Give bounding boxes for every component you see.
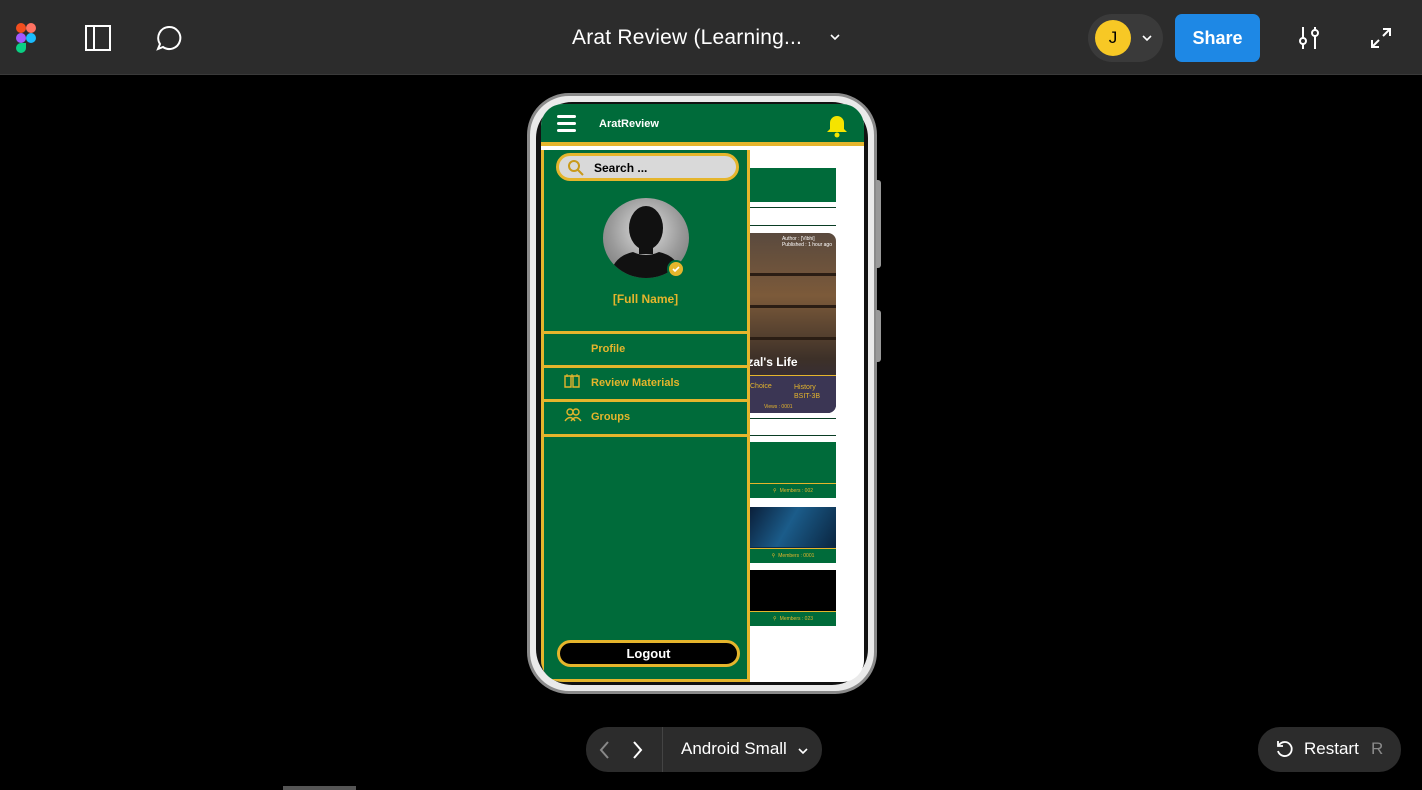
group-members: Members : 0001 xyxy=(778,553,815,559)
members-icon: ⚲ xyxy=(771,553,776,559)
notification-bell-icon[interactable] xyxy=(826,114,848,143)
restart-button[interactable]: Restart R xyxy=(1258,727,1401,772)
background-page: Author : [Vibhi] Published : 1 hour ago … xyxy=(750,150,864,682)
card-subject-label: History xyxy=(794,384,816,391)
card-views: Views : 0001 xyxy=(764,404,793,410)
group-members: Members : 023 xyxy=(779,616,814,622)
chevron-down-icon[interactable] xyxy=(797,744,809,762)
restart-icon xyxy=(1275,739,1295,764)
drawer-item-label: Groups xyxy=(591,411,631,423)
card-title: izal's Life xyxy=(750,355,798,369)
drawer-item-review-materials[interactable]: Review Materials xyxy=(544,365,747,398)
card-section: BSIT-3B xyxy=(794,393,821,400)
divider xyxy=(662,727,663,772)
user-menu[interactable]: J xyxy=(1088,14,1163,62)
expand-icon[interactable] xyxy=(1365,22,1397,54)
divider xyxy=(750,435,836,436)
drawer-item-profile[interactable]: Profile xyxy=(544,331,747,364)
phone-volume-button xyxy=(876,310,881,362)
card-meta: Author : [Vibhi] Published : 1 hour ago xyxy=(782,236,832,248)
device-select[interactable]: Android Small xyxy=(681,739,787,759)
members-icon: ⚲ xyxy=(772,616,777,622)
members-icon: ⚲ xyxy=(772,488,777,494)
group-footer: ⚲ Members : 002 xyxy=(750,483,836,498)
group-card[interactable]: ⚲ Members : 023 xyxy=(750,570,836,626)
divider xyxy=(544,434,747,437)
group-image xyxy=(750,507,836,547)
figma-logo-icon[interactable] xyxy=(10,22,42,54)
card-image-detail xyxy=(750,337,836,340)
app-header: AratReview xyxy=(541,104,864,146)
group-footer: ⚲ Members : 0001 xyxy=(750,548,836,563)
group-card[interactable]: ⚲ Members : 0001 xyxy=(750,507,836,563)
user-full-name: [Full Name] xyxy=(612,292,679,306)
group-footer: ⚲ Members : 023 xyxy=(750,611,836,626)
share-button[interactable]: Share xyxy=(1175,14,1260,62)
sidebar-toggle-icon[interactable] xyxy=(82,22,114,54)
verified-check-icon xyxy=(667,260,685,278)
divider xyxy=(750,418,836,419)
scrollbar[interactable] xyxy=(283,786,356,790)
app-title: AratReview xyxy=(599,118,659,130)
device-navigation: Android Small xyxy=(586,727,822,772)
book-icon xyxy=(564,374,580,393)
divider xyxy=(750,207,836,208)
divider xyxy=(750,225,836,226)
group-members: Members : 002 xyxy=(779,488,814,494)
card-subject: History BSIT-3B xyxy=(794,383,820,401)
group-card[interactable]: ⚲ Members : 002 xyxy=(750,442,836,498)
drawer-item-groups[interactable]: Groups xyxy=(544,399,747,432)
search-input[interactable]: Search ... xyxy=(556,153,739,181)
review-material-card[interactable]: Author : [Vibhi] Published : 1 hour ago … xyxy=(750,233,836,413)
app-screen: Author : [Vibhi] Published : 1 hour ago … xyxy=(541,104,864,682)
navigation-drawer: Search ... [Full Name] Profile Review Ma… xyxy=(541,150,750,682)
hamburger-menu-icon[interactable] xyxy=(557,115,576,133)
phone-power-button xyxy=(876,180,881,268)
background-header-strip xyxy=(750,168,836,202)
next-frame-button[interactable] xyxy=(630,740,644,765)
chevron-down-icon[interactable] xyxy=(1140,31,1154,50)
figma-toolbar: Arat Review (Learning... J Share xyxy=(0,0,1422,75)
drawer-item-label: Review Materials xyxy=(591,377,680,389)
search-placeholder: Search ... xyxy=(594,161,648,175)
logout-button[interactable]: Logout xyxy=(557,640,740,667)
previous-frame-button[interactable] xyxy=(598,740,612,765)
card-published: Published : 1 hour ago xyxy=(781,242,832,248)
avatar[interactable]: J xyxy=(1095,20,1131,56)
drawer-item-label: Profile xyxy=(591,343,626,355)
chevron-down-icon[interactable] xyxy=(828,30,842,49)
search-icon xyxy=(567,159,585,182)
comment-icon[interactable] xyxy=(153,22,185,54)
card-footer: Choice History BSIT-3B Views : 0001 xyxy=(750,375,836,413)
settings-sliders-icon[interactable] xyxy=(1293,22,1325,54)
restart-label: Restart xyxy=(1304,739,1359,758)
card-image-detail xyxy=(750,305,836,308)
card-choice: Choice xyxy=(750,383,772,390)
file-title[interactable]: Arat Review (Learning... xyxy=(572,26,802,50)
restart-shortcut-key: R xyxy=(1371,739,1384,758)
card-image-detail xyxy=(750,273,836,276)
groups-icon xyxy=(564,408,582,427)
